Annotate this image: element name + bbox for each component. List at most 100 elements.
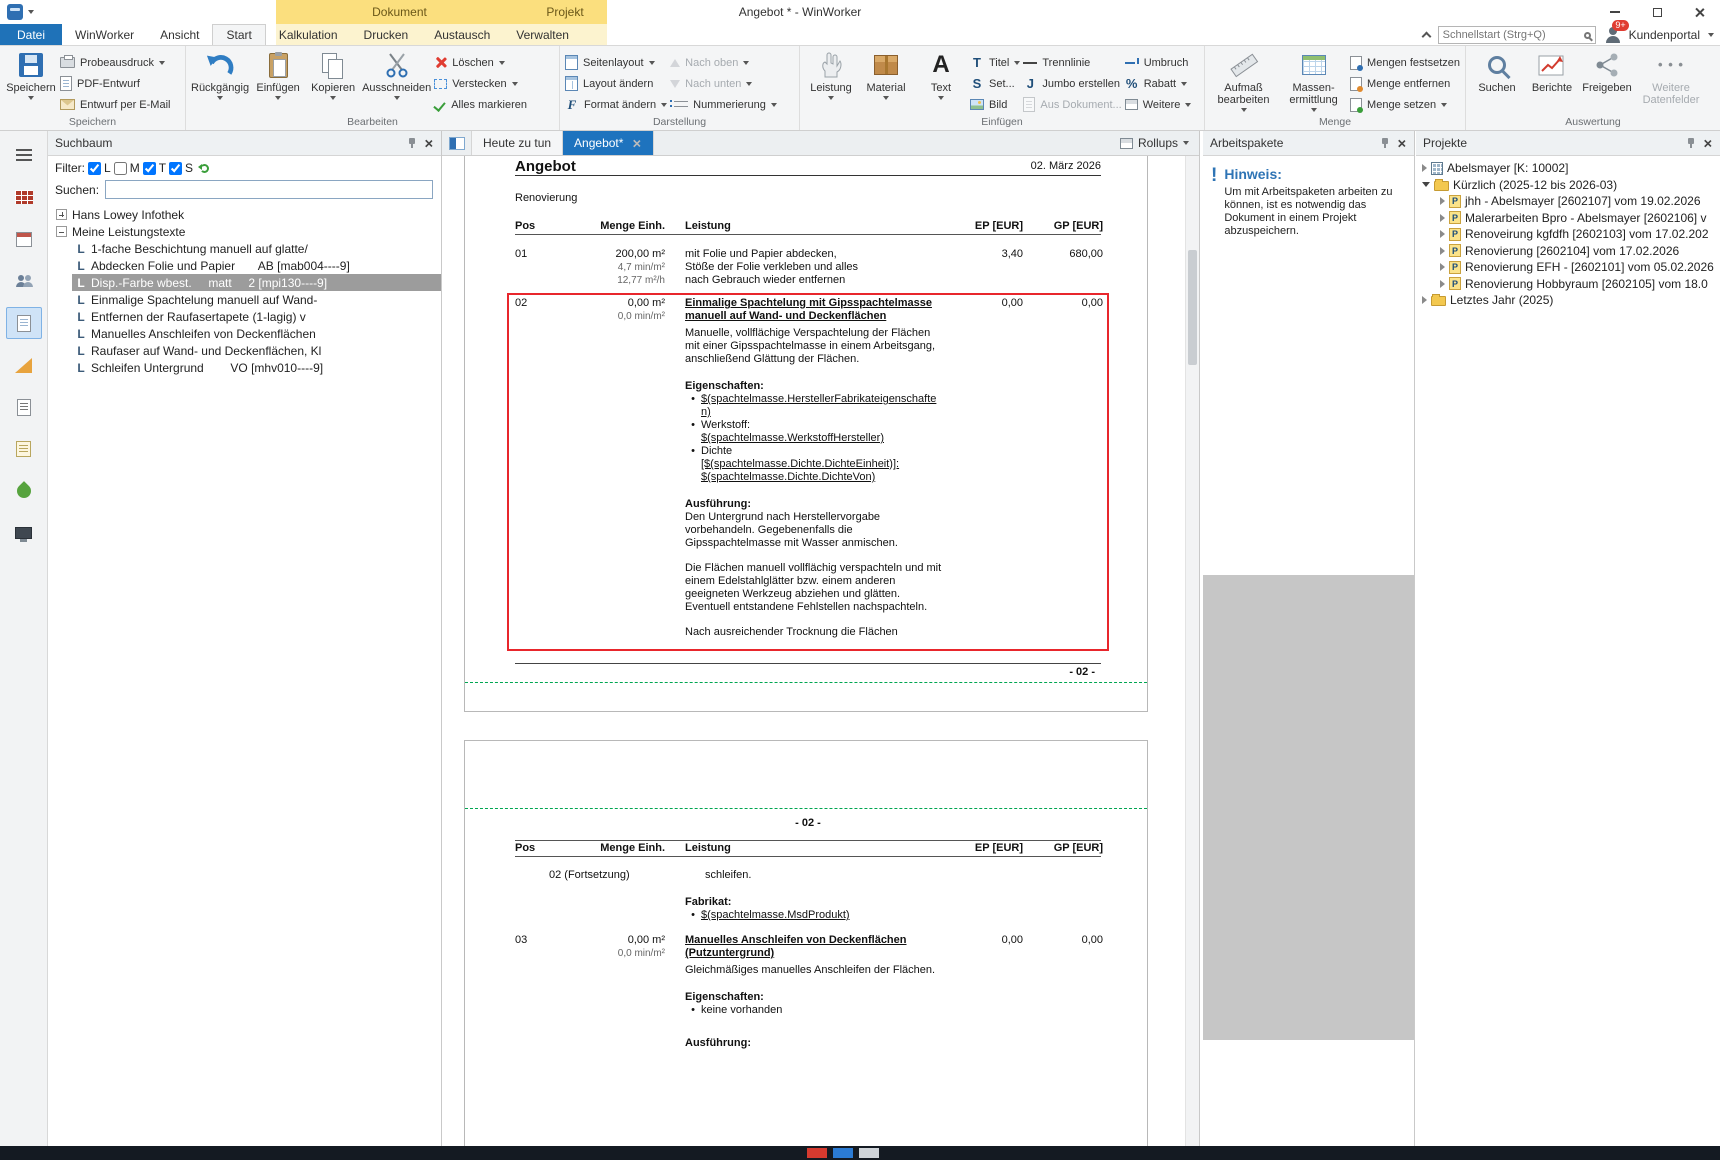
tab-angebot[interactable]: Angebot* xyxy=(563,131,654,155)
tree-node-project[interactable]: P Renoveirung kgfdfh [2602103] vom 17.02… xyxy=(1416,226,1720,243)
nach-oben-button[interactable]: Nach oben xyxy=(670,53,777,72)
tab-ansicht[interactable]: Ansicht xyxy=(147,24,212,45)
ausschneiden-button[interactable]: Ausschneiden xyxy=(362,49,431,100)
menu-button[interactable] xyxy=(6,139,42,171)
quickstart-search-input[interactable] xyxy=(1443,29,1584,41)
pin-icon[interactable] xyxy=(407,137,417,149)
tree-item[interactable]: LEntfernen der Raufasertapete (1-lagig) … xyxy=(72,308,441,325)
tab-datei[interactable]: Datei xyxy=(0,24,62,45)
probeausdruck-button[interactable]: Probeausdruck xyxy=(60,53,170,72)
tab-austausch[interactable]: Austausch xyxy=(421,24,503,45)
layout-aendern-button[interactable]: Layout ändern xyxy=(565,74,667,93)
kundenportal-caret-icon[interactable] xyxy=(1708,33,1714,37)
speichern-button[interactable]: Speichern xyxy=(5,49,57,100)
alles-markieren-button[interactable]: Alles markieren xyxy=(434,95,527,114)
filter-l-checkbox[interactable] xyxy=(88,162,101,175)
chevron-right-icon[interactable] xyxy=(1422,296,1427,304)
quickstart-search[interactable] xyxy=(1438,26,1596,44)
tree-node-project[interactable]: P Malerarbeiten Bpro - Abelsmayer [26021… xyxy=(1416,210,1720,227)
set-button[interactable]: SSet... xyxy=(970,74,1020,93)
taskbar-icon-light[interactable] xyxy=(859,1148,879,1158)
tree-node-folder-kuerzlich[interactable]: Kürzlich (2025-12 bis 2026-03) xyxy=(1416,177,1720,194)
chevron-right-icon[interactable] xyxy=(1422,164,1427,172)
tree-item[interactable]: LEinmalige Spachtelung manuell auf Wand- xyxy=(72,291,441,308)
suchen-button[interactable]: Suchen xyxy=(1471,49,1523,94)
loeschen-button[interactable]: Löschen xyxy=(434,53,527,72)
berichte-button[interactable]: Berichte xyxy=(1526,49,1578,94)
rueckgaengig-button[interactable]: Rückgängig xyxy=(191,49,249,100)
trennlinie-button[interactable]: Trennlinie xyxy=(1023,53,1121,72)
pdf-entwurf-button[interactable]: PDF-Entwurf xyxy=(60,74,170,93)
chevron-right-icon[interactable] xyxy=(1440,214,1445,222)
tree-item[interactable]: LManuelles Anschleifen von Deckenflächen xyxy=(72,325,441,342)
filter-t-checkbox[interactable] xyxy=(143,162,156,175)
menge-entfernen-button[interactable]: Menge entfernen xyxy=(1350,74,1460,93)
tree-node-project[interactable]: P Renovierung EFH - [2602101] vom 05.02.… xyxy=(1416,259,1720,276)
expand-icon[interactable] xyxy=(56,209,67,220)
tab-winworker[interactable]: WinWorker xyxy=(62,24,147,45)
weitere-button[interactable]: Weitere xyxy=(1125,95,1192,114)
tree-node-project[interactable]: P jhh - Abelsmayer [2602107] vom 19.02.2… xyxy=(1416,193,1720,210)
sidebar-item-termine[interactable] xyxy=(6,223,42,255)
collapse-ribbon-icon[interactable] xyxy=(1421,32,1431,42)
tab-kalkulation[interactable]: Kalkulation xyxy=(266,24,351,45)
maximize-button[interactable] xyxy=(1636,0,1678,24)
selected-position-highlight[interactable]: 02 0,00 m² 0,0 min/m² Einmalige Spachtel… xyxy=(507,293,1109,651)
entwurf-email-button[interactable]: Entwurf per E-Mail xyxy=(60,95,170,114)
rollups-button[interactable]: Rollups xyxy=(1110,131,1199,155)
sidebar-item-aufmass[interactable] xyxy=(6,349,42,381)
pin-icon[interactable] xyxy=(1686,137,1696,149)
panel-toggle-tab[interactable] xyxy=(442,131,472,155)
filter-m-checkbox[interactable] xyxy=(114,162,127,175)
position-row-02[interactable]: 02 0,00 m² 0,0 min/m² Einmalige Spachtel… xyxy=(515,297,1101,323)
taskbar-icon-red[interactable] xyxy=(807,1148,827,1158)
tab-start[interactable]: Start xyxy=(212,24,265,45)
tree-node-infothek[interactable]: Hans Lowey Infothek xyxy=(56,206,441,223)
close-button[interactable] xyxy=(1678,0,1720,24)
tree-node-folder-letztes-jahr[interactable]: Letztes Jahr (2025) xyxy=(1416,292,1720,309)
refresh-icon[interactable] xyxy=(200,164,209,173)
umbruch-button[interactable]: Umbruch xyxy=(1125,53,1192,72)
aufmass-button[interactable]: Aufmaß bearbeiten xyxy=(1210,49,1277,112)
suchbaum-search-input[interactable] xyxy=(105,180,433,199)
chevron-right-icon[interactable] xyxy=(1440,247,1445,255)
verstecken-button[interactable]: Verstecken xyxy=(434,74,527,93)
scrollbar-thumb[interactable] xyxy=(1188,250,1197,365)
chevron-down-icon[interactable] xyxy=(1422,182,1430,187)
tree-node-customer[interactable]: Abelsmayer [K: 10002] xyxy=(1416,160,1720,177)
close-panel-icon[interactable] xyxy=(1703,139,1712,148)
document-scrollbar[interactable] xyxy=(1185,156,1199,1146)
nach-unten-button[interactable]: Nach unten xyxy=(670,74,777,93)
close-panel-icon[interactable] xyxy=(1397,139,1406,148)
tree-node-project[interactable]: P Renovierung [2602104] vom 17.02.2026 xyxy=(1416,243,1720,260)
leistung-button[interactable]: Leistung xyxy=(805,49,857,100)
chevron-right-icon[interactable] xyxy=(1440,280,1445,288)
position-row-01[interactable]: 01 200,00 m² 4,7 min/m² 12,77 m²/h mit F… xyxy=(515,248,1101,287)
sidebar-item-dokumente[interactable] xyxy=(6,307,42,339)
tree-node-project[interactable]: P Renovierung Hobbyraum [2602105] vom 18… xyxy=(1416,276,1720,293)
material-button[interactable]: Material xyxy=(860,49,912,100)
quick-access-caret-icon[interactable] xyxy=(28,10,34,14)
chevron-right-icon[interactable] xyxy=(1440,230,1445,238)
sidebar-item-kontakte[interactable] xyxy=(6,265,42,297)
massenermittlung-button[interactable]: Massen- ermittlung xyxy=(1280,49,1347,112)
tab-drucken[interactable]: Drucken xyxy=(351,24,422,45)
tab-verwalten[interactable]: Verwalten xyxy=(503,24,582,45)
jumbo-button[interactable]: JJumbo erstellen xyxy=(1023,74,1121,93)
tab-heute-zu-tun[interactable]: Heute zu tun xyxy=(472,131,563,155)
sidebar-item-oeko[interactable] xyxy=(6,475,42,507)
close-tab-icon[interactable] xyxy=(633,139,642,148)
seitenlayout-button[interactable]: Seitenlayout xyxy=(565,53,667,72)
taskbar-icon-blue[interactable] xyxy=(833,1148,853,1158)
aus-dokument-button[interactable]: Aus Dokument... xyxy=(1023,95,1121,114)
sidebar-item-geraete[interactable] xyxy=(6,517,42,549)
titel-button[interactable]: TTitel xyxy=(970,53,1020,72)
kundenportal-button[interactable]: Kundenportal xyxy=(1629,28,1700,42)
format-aendern-button[interactable]: FFormat ändern xyxy=(565,95,667,114)
nummerierung-button[interactable]: Nummerierung xyxy=(670,95,777,114)
chevron-right-icon[interactable] xyxy=(1440,197,1445,205)
app-icon[interactable] xyxy=(7,4,23,20)
sidebar-item-notizen[interactable] xyxy=(6,433,42,465)
einfuegen-button[interactable]: Einfügen xyxy=(252,49,304,100)
rabatt-button[interactable]: %Rabatt xyxy=(1125,74,1192,93)
